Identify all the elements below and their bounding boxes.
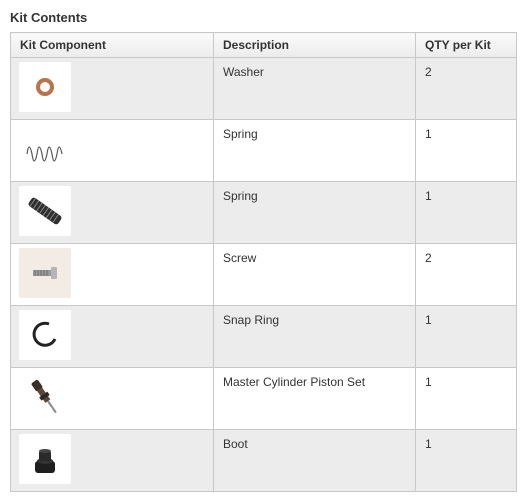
table-row: Screw 2 (10, 243, 517, 306)
qty-text: 1 (425, 127, 432, 141)
component-cell (10, 57, 214, 120)
component-cell (10, 181, 214, 244)
description-cell: Master Cylinder Piston Set (213, 367, 416, 430)
description-text: Spring (223, 127, 258, 141)
spring-icon[interactable] (19, 186, 71, 236)
description-cell: Washer (213, 57, 416, 120)
qty-cell: 1 (415, 181, 517, 244)
spring-icon[interactable] (19, 124, 71, 174)
column-header-description: Description (213, 32, 416, 58)
qty-text: 1 (425, 313, 432, 327)
qty-text: 1 (425, 189, 432, 203)
qty-cell: 1 (415, 119, 517, 182)
piston-set-icon[interactable] (19, 372, 71, 422)
column-header-qty: QTY per Kit (415, 32, 517, 58)
component-cell (10, 119, 214, 182)
description-cell: Spring (213, 181, 416, 244)
description-text: Boot (223, 437, 248, 451)
qty-text: 1 (425, 437, 432, 451)
table-row: Master Cylinder Piston Set 1 (10, 367, 517, 430)
screw-icon[interactable] (19, 248, 71, 298)
table-row: Spring 1 (10, 181, 517, 244)
qty-text: 2 (425, 251, 432, 265)
description-text: Snap Ring (223, 313, 280, 327)
qty-cell: 1 (415, 367, 517, 430)
qty-cell: 2 (415, 57, 517, 120)
table-row: Boot 1 (10, 429, 517, 492)
qty-cell: 1 (415, 429, 517, 492)
column-header-kit-component: Kit Component (10, 32, 214, 58)
kit-contents-table: Kit Component Description QTY per Kit Wa… (10, 32, 517, 492)
description-text: Washer (223, 65, 264, 79)
qty-text: 1 (425, 375, 432, 389)
table-header-row: Kit Component Description QTY per Kit (10, 32, 517, 58)
component-cell (10, 429, 214, 492)
component-cell (10, 305, 214, 368)
washer-icon[interactable] (19, 62, 71, 112)
description-cell: Snap Ring (213, 305, 416, 368)
table-row: Spring 1 (10, 119, 517, 182)
component-cell (10, 367, 214, 430)
qty-cell: 2 (415, 243, 517, 306)
component-cell (10, 243, 214, 306)
description-cell: Boot (213, 429, 416, 492)
section-title: Kit Contents (10, 10, 88, 25)
description-text: Screw (223, 251, 257, 265)
snap-ring-icon[interactable] (19, 310, 71, 360)
qty-cell: 1 (415, 305, 517, 368)
description-text: Master Cylinder Piston Set (223, 375, 366, 389)
table-row: Washer 2 (10, 57, 517, 120)
description-text: Spring (223, 189, 258, 203)
description-cell: Screw (213, 243, 416, 306)
boot-icon[interactable] (19, 434, 71, 484)
description-cell: Spring (213, 119, 416, 182)
qty-text: 2 (425, 65, 432, 79)
table-row: Snap Ring 1 (10, 305, 517, 368)
